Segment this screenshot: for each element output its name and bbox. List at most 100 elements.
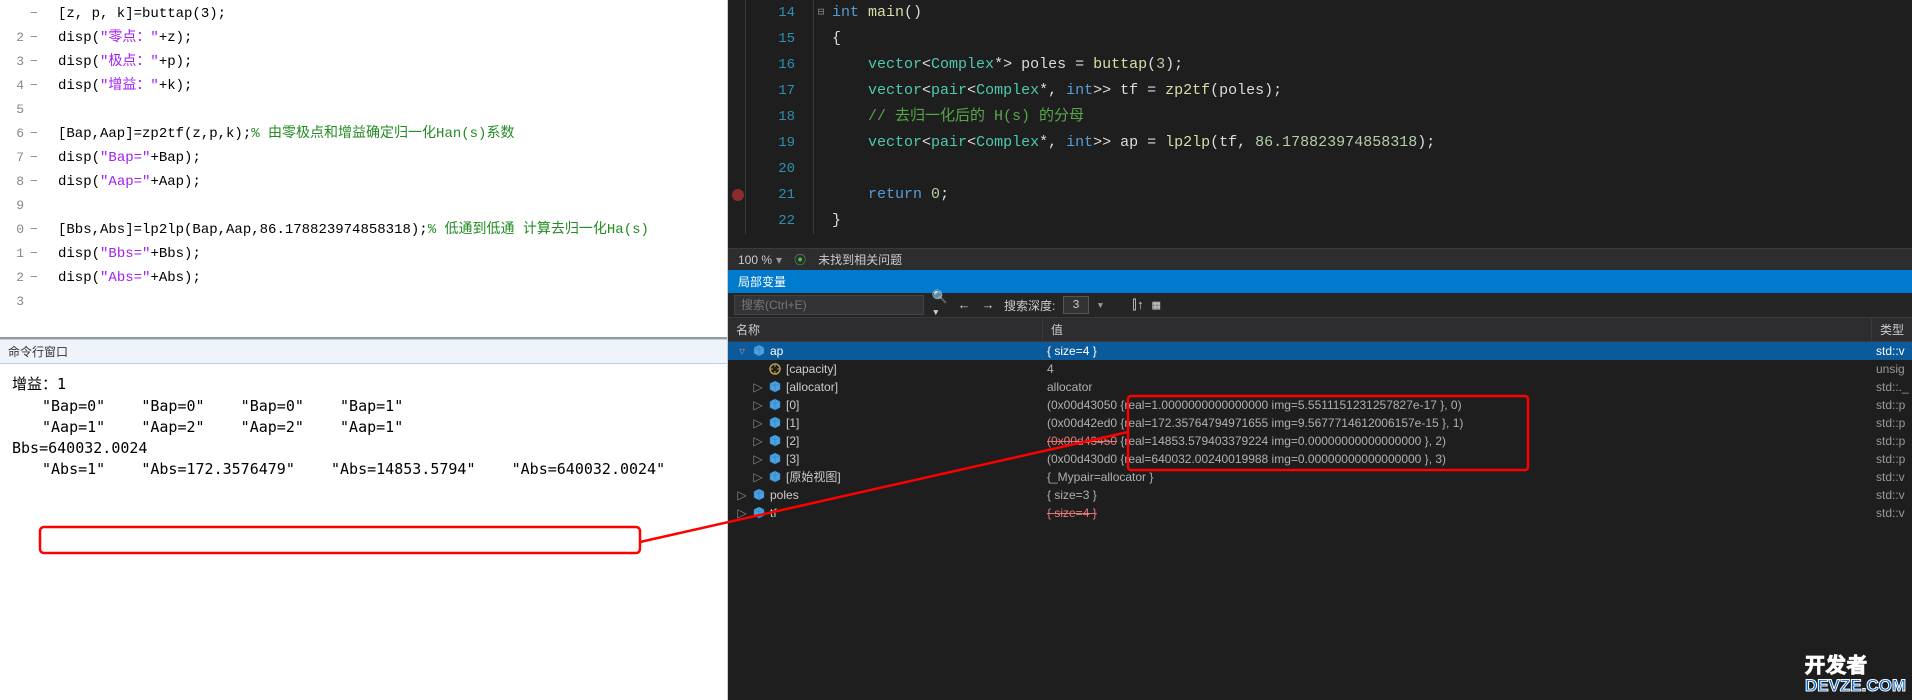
output-line: 增益：1 bbox=[12, 373, 715, 394]
command-window-output[interactable]: 增益：1"Bap=0" "Bap=0" "Bap=0" "Bap=1""Aap=… bbox=[0, 364, 727, 700]
depth-dropdown-icon[interactable]: ▾ bbox=[1097, 298, 1105, 313]
expand-icon[interactable]: ▷ bbox=[752, 432, 764, 450]
locals-tree[interactable]: ▿ap{ size=4 }std::v[capacity]4unsig▷[all… bbox=[728, 342, 1912, 522]
code-line[interactable]: 0−[Bbs,Abs]=lp2lp(Bap,Aap,86.17882397485… bbox=[0, 218, 727, 242]
nav-back-icon[interactable]: ← bbox=[956, 297, 972, 313]
vs-code-line[interactable]: 14⊟int main() bbox=[728, 0, 1912, 26]
code-line[interactable]: 6−[Bap,Aap]=zp2tf(z,p,k);% 由零极点和增益确定归一化H… bbox=[0, 122, 727, 146]
var-value: { size=3 } bbox=[1043, 486, 1872, 504]
variable-icon bbox=[768, 398, 782, 412]
code-line[interactable]: 8−disp("Aap="+Aap); bbox=[0, 170, 727, 194]
var-type: std::v bbox=[1872, 504, 1912, 522]
vs-code-line[interactable]: 20 bbox=[728, 156, 1912, 182]
code-line[interactable]: −[z, p, k]=buttap(3); bbox=[0, 2, 727, 26]
watermark: 开发者 DEVZE.COM bbox=[1805, 656, 1906, 696]
visual-studio-pane: 14⊟int main()15{16 vector<Complex*> pole… bbox=[728, 0, 1912, 700]
var-value: {_Mypair=allocator } bbox=[1043, 468, 1872, 486]
expand-icon[interactable]: ▷ bbox=[736, 504, 748, 522]
vs-code-line[interactable]: 19 vector<pair<Complex*, int>> ap = lp2l… bbox=[728, 130, 1912, 156]
col-value-header[interactable]: 值 bbox=[1043, 318, 1872, 341]
var-value: (0x00d43450 {real=14853.579403379224 img… bbox=[1043, 432, 1872, 450]
var-type: std::v bbox=[1872, 342, 1912, 360]
vs-code-editor[interactable]: 14⊟int main()15{16 vector<Complex*> pole… bbox=[728, 0, 1912, 248]
col-name-header[interactable]: 名称 bbox=[728, 318, 1043, 341]
variable-icon bbox=[768, 362, 782, 376]
breakpoint-icon[interactable] bbox=[732, 189, 744, 201]
locals-row[interactable]: [capacity] 4unsig bbox=[728, 360, 1912, 378]
var-type: std::p bbox=[1872, 414, 1912, 432]
expand-icon[interactable]: ▷ bbox=[736, 486, 748, 504]
locals-row[interactable]: ▷ tf { size=4 }std::v bbox=[728, 504, 1912, 522]
code-line[interactable]: 5 bbox=[0, 98, 727, 122]
var-value: 4 bbox=[1043, 360, 1872, 378]
search-icon[interactable]: 🔍▾ bbox=[932, 297, 948, 313]
locals-row[interactable]: ▷[1](0x00d42ed0 {real=172.35764794971655… bbox=[728, 414, 1912, 432]
var-name: tf bbox=[770, 504, 777, 522]
var-name: [原始视图] bbox=[786, 468, 841, 486]
vs-code-line[interactable]: 15{ bbox=[728, 26, 1912, 52]
variable-icon bbox=[768, 380, 782, 394]
var-name: [0] bbox=[786, 396, 799, 414]
vs-code-line[interactable]: 18 // 去归一化后的 H(s) 的分母 bbox=[728, 104, 1912, 130]
vs-code-line[interactable]: 16 vector<Complex*> poles = buttap(3); bbox=[728, 52, 1912, 78]
col-type-header[interactable]: 类型 bbox=[1872, 318, 1912, 341]
locals-row[interactable]: ▷[0](0x00d43050 {real=1.0000000000000000… bbox=[728, 396, 1912, 414]
var-type: unsig bbox=[1872, 360, 1912, 378]
expand-icon[interactable]: ▿ bbox=[736, 342, 748, 360]
search-depth-label: 搜索深度: bbox=[1004, 297, 1055, 314]
vs-code-line[interactable]: 17 vector<pair<Complex*, int>> tf = zp2t… bbox=[728, 78, 1912, 104]
code-line[interactable]: 1−disp("Bbs="+Bbs); bbox=[0, 242, 727, 266]
nav-fwd-icon[interactable]: → bbox=[980, 297, 996, 313]
variable-icon bbox=[768, 452, 782, 466]
output-line: Bbs=640032.0024 bbox=[12, 439, 715, 457]
locals-row[interactable]: ▷ poles { size=3 }std::v bbox=[728, 486, 1912, 504]
var-name: [3] bbox=[786, 450, 799, 468]
var-type: std::v bbox=[1872, 486, 1912, 504]
var-value: (0x00d42ed0 {real=172.35764794971655 img… bbox=[1043, 414, 1872, 432]
code-line[interactable]: 4−disp("增益："+k); bbox=[0, 74, 727, 98]
var-value: (0x00d430d0 {real=640032.00240019988 img… bbox=[1043, 450, 1872, 468]
code-line[interactable]: 2−disp("Abs="+Abs); bbox=[0, 266, 727, 290]
locals-toolbar: 🔍▾ ← → 搜索深度: 3 ▾ ⫿↑ ▦ bbox=[728, 293, 1912, 318]
vs-code-line[interactable]: 21 return 0; bbox=[728, 182, 1912, 208]
code-line[interactable]: 9 bbox=[0, 194, 727, 218]
locals-row[interactable]: ▷ [原始视图] {_Mypair=allocator }std::v bbox=[728, 468, 1912, 486]
expand-icon[interactable]: ▷ bbox=[752, 468, 764, 486]
var-value: allocator bbox=[1043, 378, 1872, 396]
var-type: std::._ bbox=[1872, 378, 1912, 396]
search-depth-value[interactable]: 3 bbox=[1063, 296, 1088, 314]
vs-code-line[interactable]: 22} bbox=[728, 208, 1912, 234]
var-name: [2] bbox=[786, 432, 799, 450]
var-name: [allocator] bbox=[786, 378, 838, 396]
variable-icon bbox=[768, 434, 782, 448]
var-value: { size=4 } bbox=[1043, 504, 1872, 522]
zoom-level[interactable]: 100 % bbox=[738, 253, 782, 267]
var-type: std::v bbox=[1872, 468, 1912, 486]
expand-icon[interactable]: ▷ bbox=[752, 414, 764, 432]
code-line[interactable]: 2−disp("零点："+z); bbox=[0, 26, 727, 50]
locals-row[interactable]: ▷ [3] (0x00d430d0 {real=640032.00240019988… bbox=[728, 450, 1912, 468]
locals-row[interactable]: ▷ [2] (0x00d43450 {real=14853.579403379224… bbox=[728, 432, 1912, 450]
expand-icon[interactable]: ▷ bbox=[752, 378, 764, 396]
filter-icon[interactable]: ⫿↑ bbox=[1132, 298, 1144, 313]
locals-panel-title: 局部变量 bbox=[728, 270, 1912, 293]
locals-columns-header: 名称 值 类型 bbox=[728, 318, 1912, 342]
var-name: [capacity] bbox=[786, 360, 837, 378]
locals-search-input[interactable] bbox=[734, 295, 924, 315]
code-line[interactable]: 3 bbox=[0, 290, 727, 314]
variable-icon bbox=[768, 470, 782, 484]
locals-row[interactable]: ▷ [allocator] allocatorstd::._ bbox=[728, 378, 1912, 396]
command-window-title: 命令行窗口 bbox=[0, 339, 727, 364]
matlab-code-editor[interactable]: −[z, p, k]=buttap(3);2−disp("零点："+z);3−d… bbox=[0, 0, 727, 335]
var-name: ap bbox=[770, 342, 783, 360]
code-line[interactable]: 3−disp("极点："+p); bbox=[0, 50, 727, 74]
view-icon[interactable]: ▦ bbox=[1152, 298, 1160, 313]
variable-icon bbox=[752, 344, 766, 358]
expand-icon[interactable]: ▷ bbox=[752, 450, 764, 468]
var-name: poles bbox=[770, 486, 799, 504]
status-message: 未找到相关问题 bbox=[818, 251, 902, 268]
output-line: "Abs=1" "Abs=172.3576479" "Abs=14853.579… bbox=[12, 460, 715, 478]
expand-icon[interactable]: ▷ bbox=[752, 396, 764, 414]
code-line[interactable]: 7−disp("Bap="+Bap); bbox=[0, 146, 727, 170]
locals-row[interactable]: ▿ap{ size=4 }std::v bbox=[728, 342, 1912, 360]
